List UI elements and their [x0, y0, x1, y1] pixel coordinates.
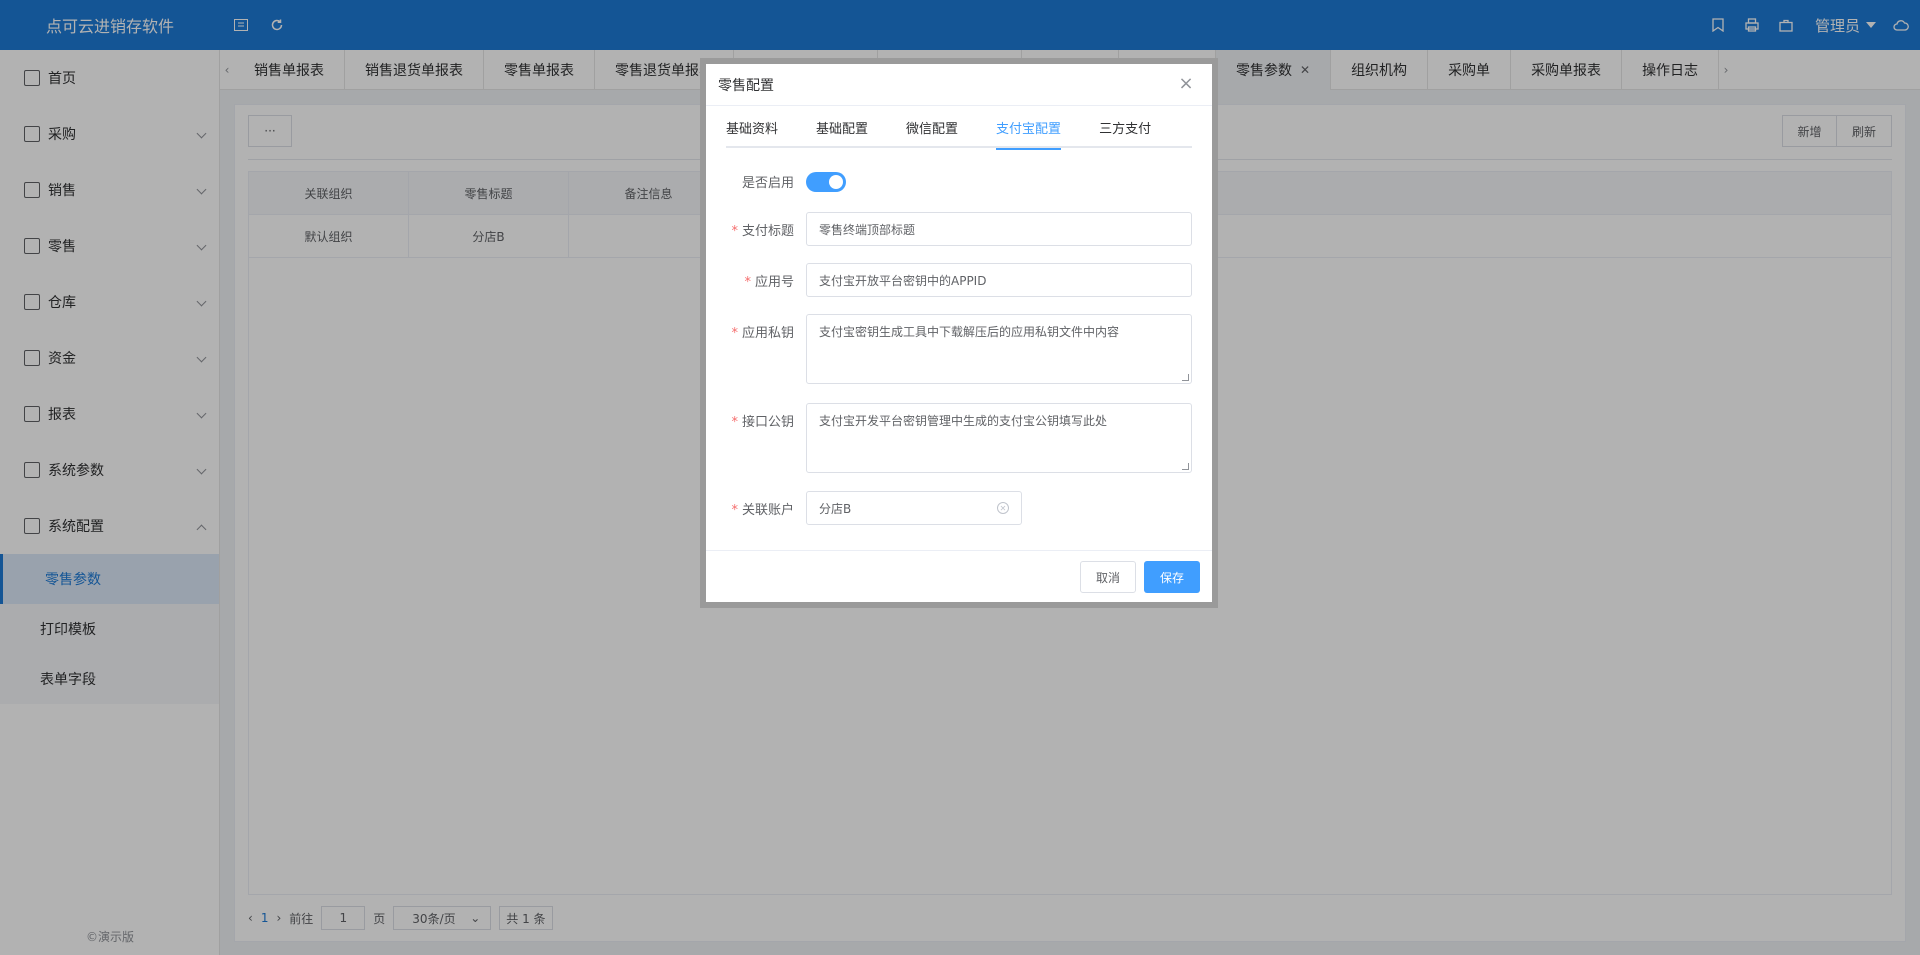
account-select[interactable]: 分店B ✕: [806, 491, 1022, 525]
dialog-title: 零售配置: [706, 64, 1212, 106]
account-row: * 关联账户 分店B ✕: [726, 491, 1022, 525]
enable-toggle[interactable]: [806, 172, 846, 192]
account-label: 关联账户: [741, 503, 794, 518]
tab-third-party-pay[interactable]: 三方支付: [1099, 118, 1171, 148]
tab-alipay-config[interactable]: 支付宝配置: [996, 118, 1081, 150]
required-mark: *: [731, 415, 738, 430]
save-button[interactable]: 保存: [1144, 561, 1200, 593]
cancel-button[interactable]: 取消: [1080, 561, 1136, 593]
pay-title-label: 支付标题: [741, 224, 794, 239]
app-id-input[interactable]: 支付宝开放平台密钥中的APPID: [806, 263, 1192, 297]
required-mark: *: [744, 275, 751, 290]
pay-title-row: * 支付标题 零售终端顶部标题: [726, 212, 1192, 246]
toggle-knob: [829, 175, 843, 189]
tab-basic-config[interactable]: 基础配置: [816, 118, 888, 148]
public-key-row: * 接口公钥 支付宝开发平台密钥管理中生成的支付宝公钥填写此处: [726, 403, 1192, 473]
private-key-textarea[interactable]: 支付宝密钥生成工具中下载解压后的应用私钥文件中内容: [806, 314, 1192, 384]
required-mark: *: [731, 326, 738, 341]
private-key-label: 应用私钥: [741, 326, 794, 341]
pay-title-input[interactable]: 零售终端顶部标题: [806, 212, 1192, 246]
private-key-row: * 应用私钥 支付宝密钥生成工具中下载解压后的应用私钥文件中内容: [726, 314, 1192, 384]
enable-label: 是否启用: [741, 176, 794, 191]
retail-config-dialog: 零售配置 × 基础资料 基础配置 微信配置 支付宝配置 三方支付 是否启用 * 支…: [700, 58, 1218, 608]
required-mark: *: [731, 503, 738, 518]
required-mark: *: [731, 224, 738, 239]
public-key-label: 接口公钥: [741, 415, 794, 430]
app-id-row: * 应用号 支付宝开放平台密钥中的APPID: [726, 263, 1192, 297]
account-value: 分店B: [819, 501, 852, 516]
public-key-textarea[interactable]: 支付宝开发平台密钥管理中生成的支付宝公钥填写此处: [806, 403, 1192, 473]
enable-row: 是否启用: [726, 164, 846, 192]
app-id-label: 应用号: [754, 275, 794, 290]
tab-basic-info[interactable]: 基础资料: [726, 118, 798, 148]
clear-icon[interactable]: ✕: [997, 502, 1009, 514]
tab-wechat-config[interactable]: 微信配置: [906, 118, 978, 148]
close-icon[interactable]: ×: [1176, 74, 1196, 94]
dialog-footer: 取消 保存: [706, 550, 1212, 602]
dialog-tabs: 基础资料 基础配置 微信配置 支付宝配置 三方支付: [726, 118, 1192, 150]
